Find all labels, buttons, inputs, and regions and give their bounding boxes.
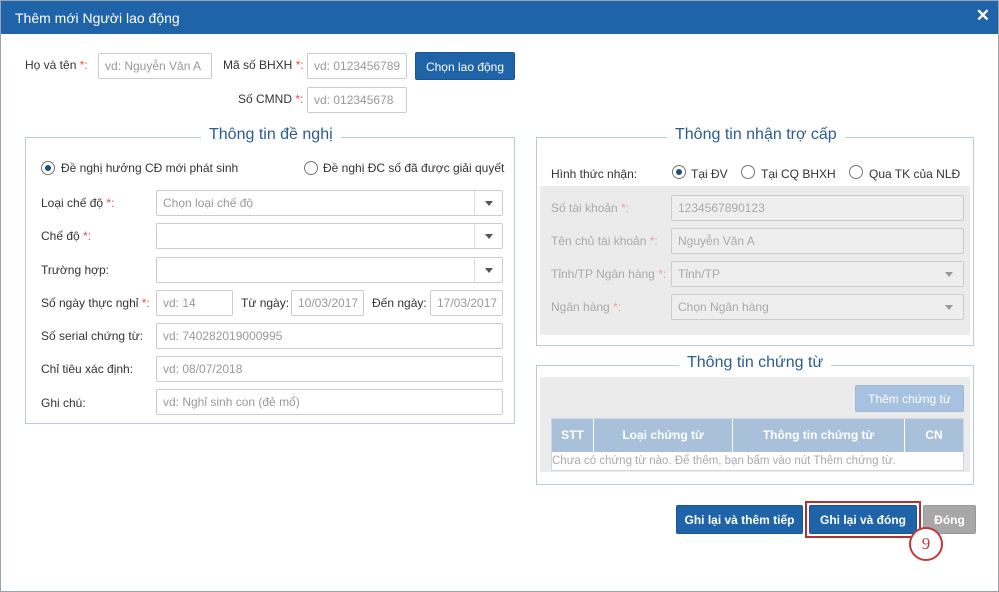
radio-at-unit-label: Tại ĐV — [691, 167, 728, 181]
chevron-down-icon — [474, 258, 502, 282]
radio-adjust-regime[interactable] — [304, 161, 318, 175]
close-icon[interactable]: ✕ — [976, 6, 990, 26]
documents-empty-text: Chưa có chứng từ nào. Để thêm, bạn bấm v… — [552, 455, 896, 467]
regime-type-label: Loại chế độ *: — [41, 196, 115, 210]
proposal-legend: Thông tin đề nghị — [201, 126, 341, 144]
name-label: Họ và tên *: — [25, 58, 88, 72]
radio-bank-account-label: Qua TK của NLĐ — [869, 167, 961, 181]
case-label: Trường hợp: — [41, 263, 110, 277]
chevron-down-icon — [474, 224, 502, 248]
note-input[interactable]: vd: Nghỉ sinh con (đẻ mổ) — [156, 389, 503, 415]
province-value: Tỉnh/TP — [678, 267, 721, 281]
cmnd-label: Số CMND *: — [238, 92, 304, 106]
regime-select[interactable] — [156, 223, 503, 249]
col-doc-type: Loại chứng từ — [594, 419, 733, 452]
owner-input[interactable]: Nguyễn Văn A — [671, 228, 964, 254]
bank-value: Chọn Ngân hàng — [678, 300, 769, 314]
radio-new-regime[interactable] — [41, 161, 55, 175]
note-label: Ghi chú: — [41, 396, 86, 410]
chevron-down-icon — [935, 262, 963, 286]
radio-at-bhxh[interactable] — [741, 165, 755, 179]
to-date-input[interactable]: 17/03/2017 — [430, 290, 503, 316]
bank-select[interactable]: Chọn Ngân hàng — [671, 294, 964, 320]
days-label: Số ngày thực nghỉ *: — [41, 296, 150, 310]
target-label: Chỉ tiêu xác định: — [41, 362, 134, 376]
title-bar: Thêm mới Người lao động ✕ — [1, 1, 998, 34]
col-cn: CN — [905, 419, 963, 452]
radio-new-regime-label: Đề nghị hưởng CĐ mới phát sinh — [61, 161, 239, 175]
add-document-button[interactable]: Thêm chứng từ — [855, 385, 964, 412]
province-label: Tỉnh/TP Ngân hàng *: — [551, 267, 667, 281]
dialog-title: Thêm mới Người lao động — [15, 10, 180, 26]
chevron-down-icon — [935, 295, 963, 319]
to-date-label: Đến ngày: — [372, 296, 427, 310]
serial-input[interactable]: vd: 740282019000995 — [156, 323, 503, 349]
save-and-add-button[interactable]: Ghi lại và thêm tiếp — [676, 505, 803, 534]
bhxh-input[interactable]: vd: 0123456789 — [307, 53, 407, 79]
target-input[interactable]: vd: 08/07/2018 — [156, 356, 503, 382]
regime-type-placeholder: Chọn loại chế độ — [163, 196, 254, 210]
choose-worker-button[interactable]: Chọn lao động — [415, 52, 515, 80]
from-date-label: Từ ngày: — [241, 296, 290, 310]
account-input[interactable]: 1234567890123 — [671, 195, 964, 221]
radio-adjust-regime-label: Đề nghị ĐC số đã được giải quyết — [323, 161, 505, 175]
name-input[interactable]: vd: Nguyễn Văn A — [98, 53, 212, 79]
owner-label: Tên chủ tài khoản *: — [551, 234, 658, 248]
col-doc-info: Thông tin chứng từ — [733, 419, 905, 452]
documents-table: STT Loại chứng từ Thông tin chứng từ CN … — [551, 418, 964, 471]
benefit-legend: Thông tin nhận trợ cấp — [667, 126, 845, 144]
radio-at-bhxh-label: Tại CQ BHXH — [761, 167, 836, 181]
from-date-input[interactable]: 10/03/2017 — [291, 290, 364, 316]
method-label: Hình thức nhận: — [551, 167, 638, 181]
days-input[interactable]: vd: 14 — [156, 290, 233, 316]
bhxh-label: Mã số BHXH *: — [223, 58, 304, 72]
case-select[interactable] — [156, 257, 503, 283]
bank-label: Ngân hàng *: — [551, 300, 622, 314]
radio-at-unit[interactable] — [672, 165, 686, 179]
cmnd-input[interactable]: vd: 012345678 — [307, 87, 407, 113]
regime-label: Chế độ *: — [41, 229, 92, 243]
regime-type-select[interactable]: Chọn loại chế độ — [156, 190, 503, 216]
chevron-down-icon — [474, 191, 502, 215]
radio-bank-account[interactable] — [849, 165, 863, 179]
dialog-window: Thêm mới Người lao động ✕ Họ và tên *: v… — [0, 0, 999, 592]
save-and-close-button[interactable]: Ghi lại và đóng — [809, 505, 917, 534]
account-label: Số tài khoản *: — [551, 201, 630, 215]
step-callout: 9 — [909, 527, 943, 561]
serial-label: Số serial chứng từ: — [41, 329, 144, 343]
col-stt: STT — [552, 419, 594, 452]
documents-legend: Thông tin chứng từ — [679, 354, 832, 372]
province-select[interactable]: Tỉnh/TP — [671, 261, 964, 287]
